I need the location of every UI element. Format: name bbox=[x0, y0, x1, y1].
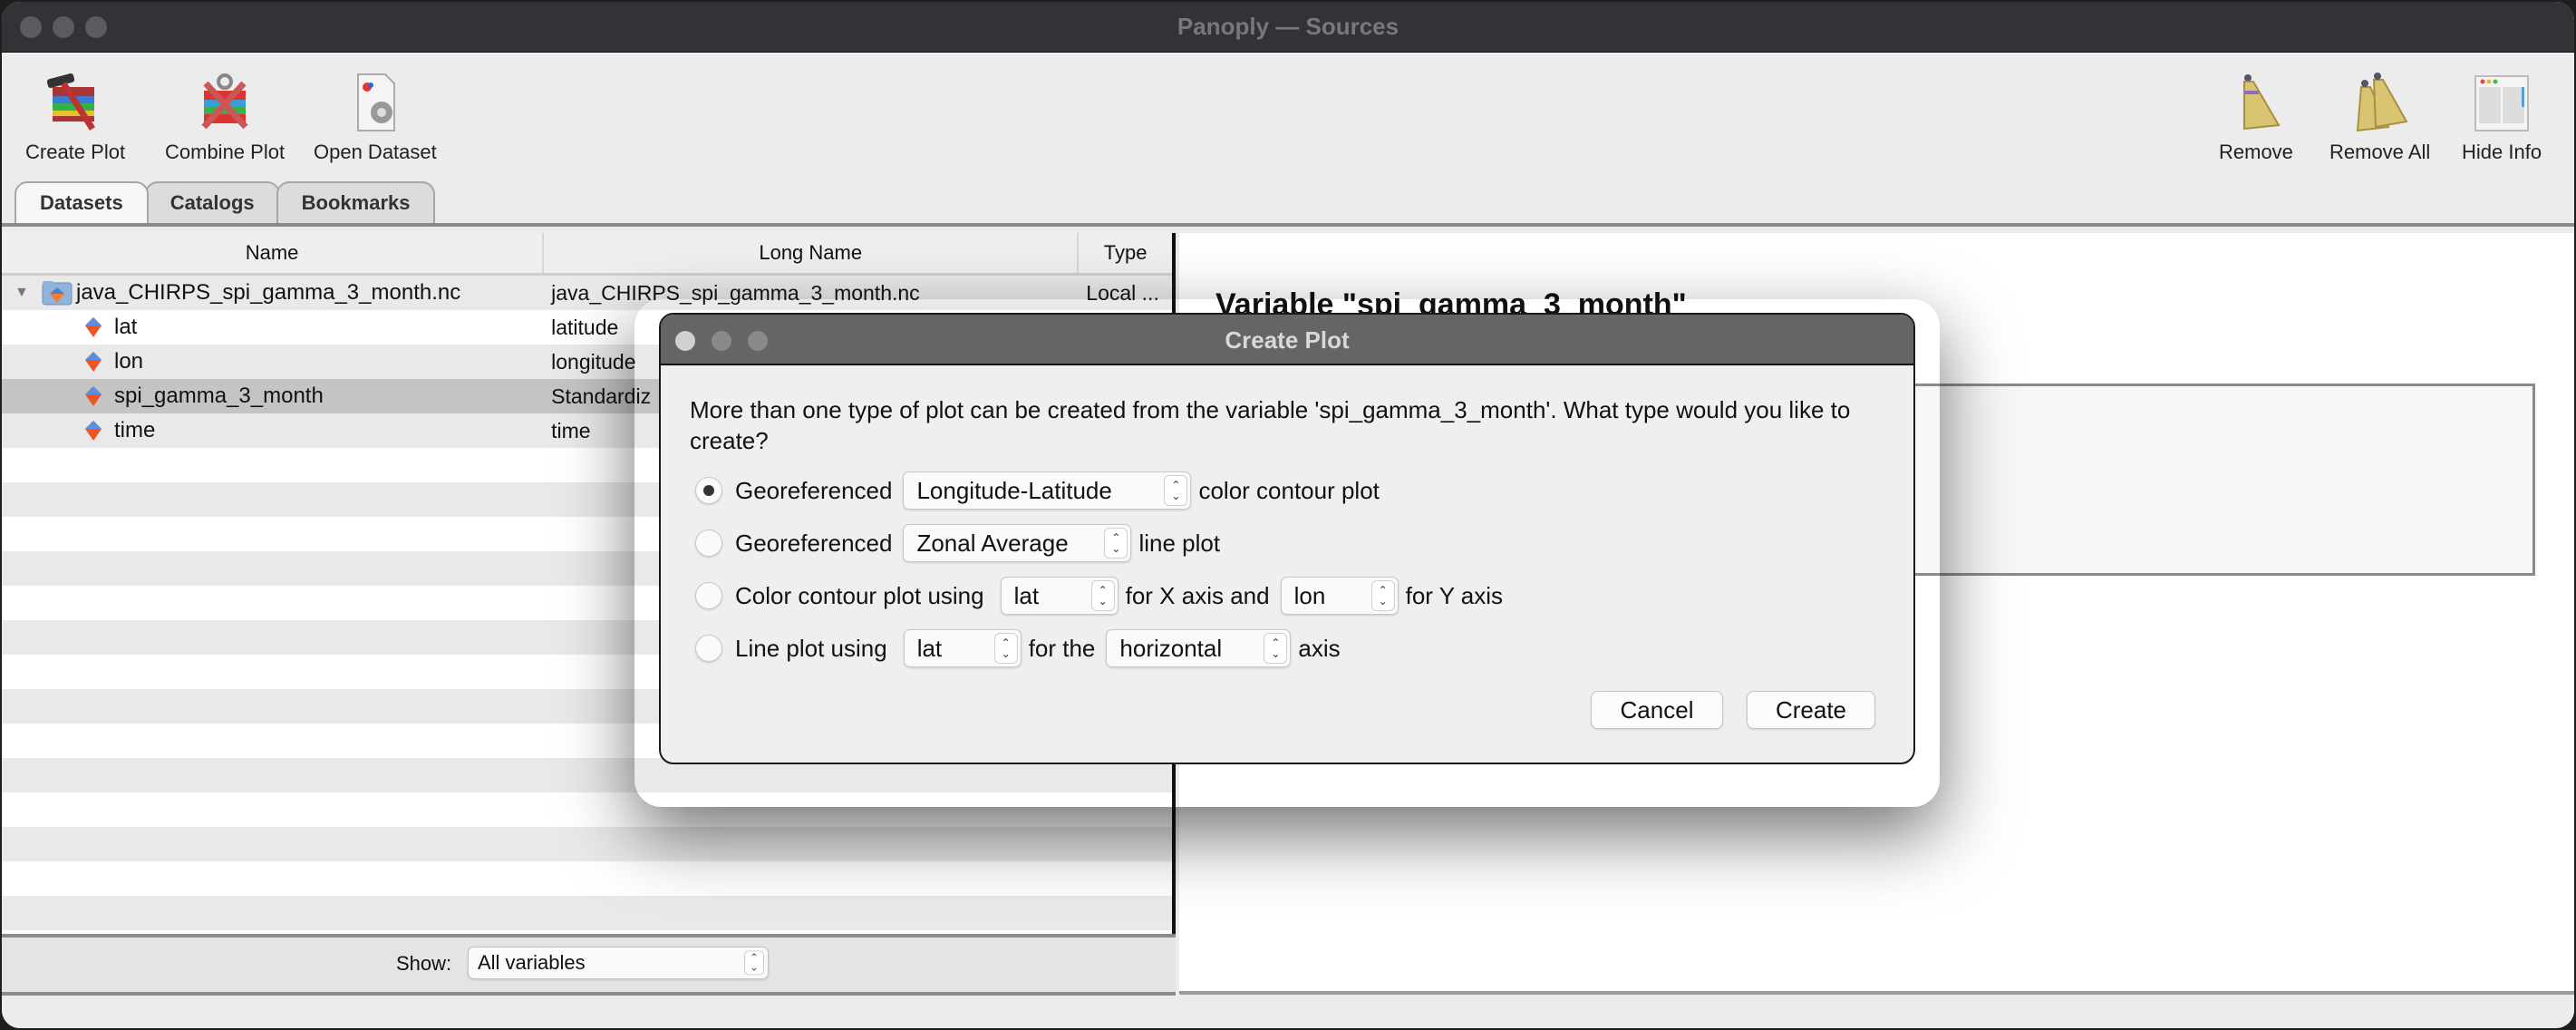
option-color-contour-xy: Color contour plot using lat ⌃ ⌄ for X ax… bbox=[695, 576, 1503, 616]
create-plot-button[interactable]: Create Plot bbox=[25, 70, 125, 164]
remove-all-button[interactable]: Remove All bbox=[2329, 70, 2430, 164]
radio-color-contour-xy[interactable] bbox=[695, 582, 722, 609]
show-filter-value: All variables bbox=[478, 951, 586, 974]
toolbar: Create Plot Combine Plot Open Dataset Re… bbox=[2, 53, 2574, 170]
option-label: color contour plot bbox=[1198, 476, 1380, 504]
row-name: lat bbox=[114, 315, 138, 339]
variable-icon bbox=[85, 386, 102, 406]
empty-row bbox=[2, 861, 1172, 896]
option-label: Georeferenced bbox=[735, 529, 893, 557]
option-label: Color contour plot using bbox=[735, 581, 984, 609]
select-value: horizontal bbox=[1119, 634, 1223, 662]
select-value: Longitude-Latitude bbox=[916, 476, 1112, 504]
column-header-long-name[interactable]: Long Name bbox=[544, 233, 1080, 273]
option-georeferenced-line: Georeferenced Zonal Average ⌃ ⌄ line plot bbox=[695, 523, 1220, 563]
option-label: Georeferenced bbox=[735, 476, 893, 504]
select-arrows-icon: ⌃ ⌄ bbox=[1090, 580, 1115, 611]
select-arrows-icon: ⌃ ⌄ bbox=[744, 950, 764, 976]
select-arrows-icon: ⌃ ⌄ bbox=[1164, 475, 1188, 506]
tab-divider bbox=[2, 223, 2574, 227]
combine-plot-label: Combine Plot bbox=[165, 141, 286, 163]
radio-selected-dot bbox=[703, 485, 714, 496]
table-header: Name Long Name Type bbox=[2, 233, 1172, 276]
axis-orientation-select[interactable]: horizontal ⌃ ⌄ bbox=[1106, 629, 1292, 667]
select-arrows-icon: ⌃ ⌄ bbox=[1370, 580, 1395, 611]
remove-all-label: Remove All bbox=[2329, 141, 2431, 163]
option-label: line plot bbox=[1138, 529, 1221, 557]
select-value: lon bbox=[1293, 581, 1326, 609]
empty-row bbox=[2, 827, 1172, 861]
window-title: Panoply — Sources bbox=[1177, 13, 1399, 40]
dataset-file-icon bbox=[42, 281, 73, 306]
select-arrows-icon: ⌃ ⌄ bbox=[1104, 528, 1128, 559]
show-filter-select[interactable]: All variables ⌃ ⌄ bbox=[468, 947, 769, 979]
row-name: lon bbox=[114, 349, 144, 374]
radio-line-plot[interactable] bbox=[695, 635, 722, 662]
disclosure-triangle-icon[interactable]: ▼ bbox=[15, 285, 33, 301]
radio-georeferenced-line[interactable] bbox=[695, 530, 722, 557]
variable-icon bbox=[85, 317, 102, 337]
option-line-plot: Line plot using lat ⌃ ⌄ for the horizonta… bbox=[695, 628, 1341, 668]
row-name: spi_gamma_3_month bbox=[114, 384, 324, 408]
open-dataset-button[interactable]: Open Dataset bbox=[314, 70, 437, 164]
option-label: Line plot using bbox=[735, 634, 887, 662]
option-label: for the bbox=[1028, 634, 1096, 662]
dialog-title: Create Plot bbox=[1225, 326, 1350, 354]
empty-row bbox=[2, 896, 1172, 930]
remove-label: Remove bbox=[2219, 141, 2293, 163]
select-arrows-icon: ⌃ ⌄ bbox=[1264, 633, 1288, 664]
column-header-name[interactable]: Name bbox=[2, 233, 545, 273]
hide-info-label: Hide Info bbox=[2462, 141, 2542, 163]
select-value: lat bbox=[916, 634, 943, 662]
broom-icon bbox=[2223, 70, 2289, 135]
select-value: lat bbox=[1013, 581, 1040, 609]
status-strip bbox=[2, 996, 2574, 1028]
option-georeferenced-contour: Georeferenced Longitude-Latitude ⌃ ⌄ colo… bbox=[695, 471, 1380, 510]
create-plot-label: Create Plot bbox=[25, 141, 126, 163]
select-value: Zonal Average bbox=[916, 529, 1069, 557]
show-label: Show: bbox=[396, 952, 452, 975]
source-tabs: Datasets Catalogs Bookmarks bbox=[15, 181, 436, 223]
open-dataset-label: Open Dataset bbox=[314, 141, 437, 163]
dialog-titlebar: Create Plot bbox=[661, 315, 1913, 365]
open-dataset-icon bbox=[343, 70, 408, 135]
option-label: axis bbox=[1298, 634, 1341, 662]
zonal-average-select[interactable]: Zonal Average ⌃ ⌄ bbox=[903, 524, 1132, 562]
radio-georeferenced-contour[interactable] bbox=[695, 477, 722, 504]
select-arrows-icon: ⌃ ⌄ bbox=[993, 633, 1018, 664]
line-variable-select[interactable]: lat ⌃ ⌄ bbox=[903, 629, 1022, 667]
hide-info-button[interactable]: Hide Info bbox=[2462, 70, 2542, 164]
combine-plot-button[interactable]: Combine Plot bbox=[165, 70, 285, 164]
show-filter-bar: Show: All variables ⌃ ⌄ bbox=[2, 934, 1176, 996]
row-name: java_CHIRPS_spi_gamma_3_month.nc bbox=[76, 280, 461, 305]
variable-icon bbox=[85, 421, 102, 441]
x-axis-select[interactable]: lat ⌃ ⌄ bbox=[1000, 577, 1119, 615]
option-label: for X axis and bbox=[1125, 581, 1270, 609]
tab-bookmarks[interactable]: Bookmarks bbox=[276, 181, 436, 223]
cancel-button[interactable]: Cancel bbox=[1591, 691, 1723, 729]
tab-datasets[interactable]: Datasets bbox=[15, 181, 149, 223]
brooms-icon bbox=[2348, 70, 2413, 135]
info-window-icon bbox=[2469, 70, 2534, 135]
column-header-type[interactable]: Type bbox=[1079, 233, 1172, 273]
dialog-message: More than one type of plot can be create… bbox=[690, 396, 1851, 454]
create-plot-icon bbox=[43, 70, 108, 135]
create-plot-dialog: Create Plot More than one type of plot c… bbox=[659, 313, 1915, 764]
variable-icon bbox=[85, 352, 102, 372]
window-titlebar: Panoply — Sources bbox=[2, 2, 2574, 53]
combine-plot-icon bbox=[192, 70, 257, 135]
tab-catalogs[interactable]: Catalogs bbox=[144, 181, 280, 223]
option-label: for Y axis bbox=[1405, 581, 1504, 609]
row-name: time bbox=[114, 418, 156, 442]
georeferenced-projection-select[interactable]: Longitude-Latitude ⌃ ⌄ bbox=[903, 471, 1192, 510]
remove-button[interactable]: Remove bbox=[2219, 70, 2293, 164]
create-button[interactable]: Create bbox=[1747, 691, 1875, 729]
y-axis-select[interactable]: lon ⌃ ⌄ bbox=[1280, 577, 1399, 615]
